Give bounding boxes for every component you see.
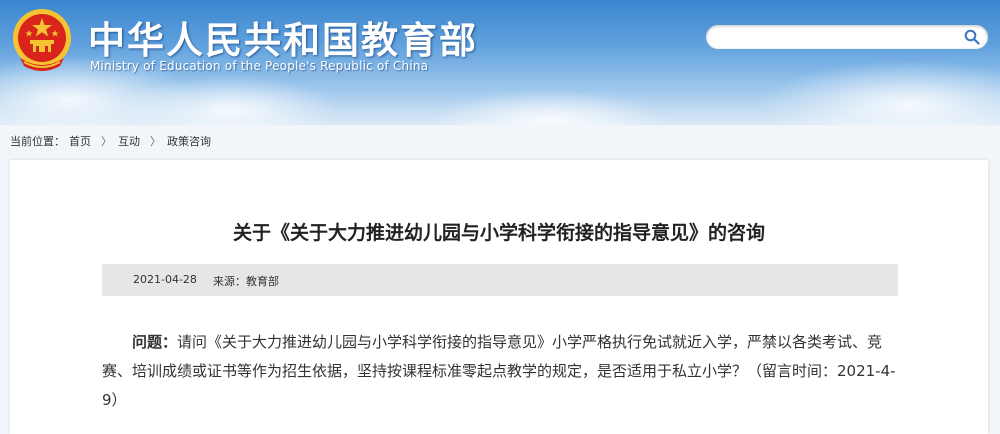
search-box bbox=[706, 25, 988, 49]
article-title: 关于《关于大力推进幼儿园与小学科学衔接的指导意见》的咨询 bbox=[232, 222, 765, 244]
article-date: 2021-04-28 bbox=[133, 273, 197, 286]
search-input[interactable] bbox=[716, 28, 960, 48]
cloud-decoration bbox=[760, 60, 1000, 125]
article-meta-bar: 2021-04-28 来源：教育部 bbox=[102, 264, 898, 296]
site-title-en: Ministry of Education of the People's Re… bbox=[90, 59, 429, 73]
article-panel: 关于《关于大力推进幼儿园与小学科学衔接的指导意见》的咨询 2021-04-28 … bbox=[10, 160, 988, 434]
breadcrumb-separator: 〉 bbox=[101, 135, 112, 148]
breadcrumb-item-policy-consultation[interactable]: 政策咨询 bbox=[167, 135, 211, 148]
breadcrumb: 当前位置： 首页〉互动〉政策咨询 bbox=[10, 133, 215, 151]
breadcrumb-separator: 〉 bbox=[150, 135, 161, 148]
cloud-decoration bbox=[430, 90, 670, 125]
breadcrumb-item-home[interactable]: 首页 bbox=[69, 135, 91, 148]
national-emblem-icon[interactable] bbox=[10, 6, 74, 76]
search-icon[interactable] bbox=[964, 29, 980, 45]
site-header: 中华人民共和国教育部 Ministry of Education of the … bbox=[0, 0, 1000, 125]
question-label: 问题： bbox=[132, 333, 178, 351]
breadcrumb-item-interaction[interactable]: 互动 bbox=[118, 135, 140, 148]
site-title-cn[interactable]: 中华人民共和国教育部 bbox=[88, 10, 478, 64]
breadcrumb-prefix: 当前位置： bbox=[10, 135, 65, 148]
article-source: 来源：教育部 bbox=[213, 275, 279, 288]
question-text: 请问《关于大力推进幼儿园与小学科学衔接的指导意见》小学严格执行免试就近入学，严禁… bbox=[102, 333, 896, 409]
article-question: 问题：请问《关于大力推进幼儿园与小学科学衔接的指导意见》小学严格执行免试就近入学… bbox=[102, 328, 898, 415]
